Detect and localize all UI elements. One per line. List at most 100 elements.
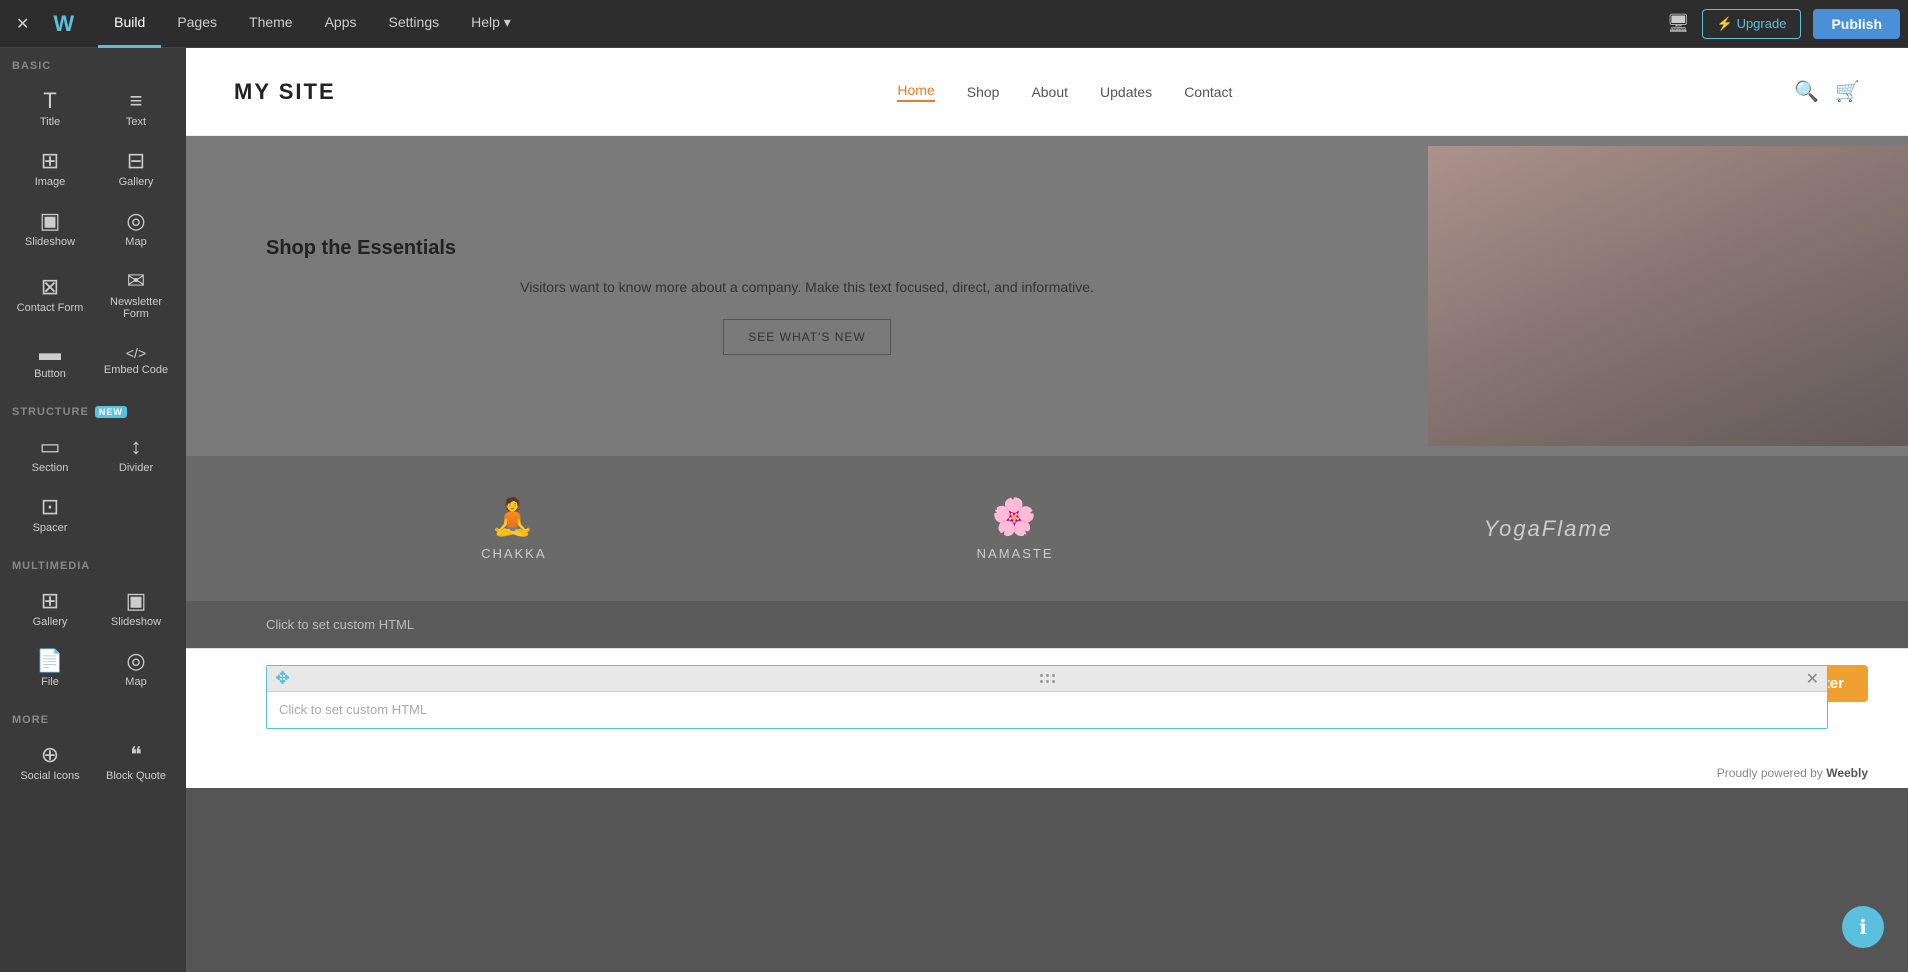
sidebar-item-embed-code[interactable]: </> Embed Code (94, 332, 178, 390)
custom-html-section[interactable]: Click to set custom HTML (186, 601, 1908, 648)
nav-theme[interactable]: Theme (233, 0, 309, 48)
sidebar-item-spacer[interactable]: ⊡ Spacer (8, 486, 92, 544)
sidebar-item-label: Contact Form (17, 302, 84, 314)
sidebar-item-label: Gallery (33, 616, 68, 628)
sidebar-item-button[interactable]: ▬ Button (8, 332, 92, 390)
block-quote-icon: ❝ (130, 744, 142, 766)
content-area: MY SITE Home Shop About Updates Contact … (186, 48, 1908, 972)
footer-html-input[interactable]: Click to set custom HTML (267, 692, 1827, 728)
weebly-link[interactable]: Weebly (1826, 766, 1868, 780)
sidebar-item-divider[interactable]: ↕ Divider (94, 426, 178, 484)
sidebar-item-gallery-mm[interactable]: ⊞ Gallery (8, 580, 92, 638)
sidebar-item-label: Slideshow (111, 616, 161, 628)
sidebar-item-section[interactable]: ▭ Section (8, 426, 92, 484)
device-icon[interactable]: 🖥 (1667, 13, 1690, 34)
shop-cta-button[interactable]: SEE WHAT'S NEW (723, 319, 890, 355)
sidebar-item-gallery[interactable]: ⊟ Gallery (94, 140, 178, 198)
sidebar-item-block-quote[interactable]: ❝ Block Quote (94, 734, 178, 792)
nav-settings[interactable]: Settings (373, 0, 456, 48)
section-label-basic: BASIC (0, 48, 186, 76)
shop-text-box: Shop the Essentials Visitors want to kno… (186, 177, 1428, 414)
site-nav: Home Shop About Updates Contact (897, 82, 1232, 102)
top-bar-right: 🖥 ⚡ Upgrade Publish (1667, 9, 1900, 39)
sidebar-item-label: Social Icons (20, 770, 79, 782)
more-grid: ⊕ Social Icons ❝ Block Quote (0, 730, 186, 796)
sidebar-item-map-mm[interactable]: ◎ Map (94, 640, 178, 698)
sidebar-item-label: Section (32, 462, 69, 474)
page-content: Shop the Essentials Visitors want to kno… (186, 136, 1908, 648)
html-edit-close-icon[interactable]: ✕ (1806, 669, 1819, 689)
sidebar-item-label: Spacer (33, 522, 68, 534)
sidebar-item-title[interactable]: T Title (8, 80, 92, 138)
site-header: MY SITE Home Shop About Updates Contact … (186, 48, 1908, 136)
site-nav-contact[interactable]: Contact (1184, 84, 1232, 100)
site-nav-home[interactable]: Home (897, 82, 934, 102)
slideshow-mm-icon: ▣ (126, 590, 147, 612)
shop-body: Visitors want to know more about a compa… (266, 276, 1348, 298)
sidebar-item-label: Block Quote (106, 770, 166, 782)
brand-yogaflame-label: YogaFlame (1484, 516, 1613, 542)
sidebar-item-image[interactable]: ⊞ Image (8, 140, 92, 198)
text-icon: ≡ (130, 90, 143, 112)
social-icons-icon: ⊕ (41, 744, 59, 766)
nav-help[interactable]: Help ▾ (455, 0, 527, 48)
site-logo: MY SITE (234, 79, 336, 105)
spacer-icon: ⊡ (41, 496, 59, 518)
section-label-multimedia: MULTIMEDIA (0, 548, 186, 576)
sidebar-item-label: Slideshow (25, 236, 75, 248)
powered-by-text: Proudly powered by (1717, 766, 1826, 780)
brand-chakka: 🧘 CHAKKA (481, 496, 546, 561)
sidebar-item-label: File (41, 676, 59, 688)
shop-heading: Shop the Essentials (266, 237, 1348, 260)
sidebar-item-label: Divider (119, 462, 153, 474)
section-icon: ▭ (40, 436, 61, 458)
brand-yogaflame: YogaFlame (1484, 516, 1613, 542)
map-mm-icon: ◎ (126, 650, 145, 672)
sidebar-item-map[interactable]: ◎ Map (94, 200, 178, 258)
section-label-structure: STRUCTURE NEW (0, 394, 186, 422)
sidebar-item-file[interactable]: 📄 File (8, 640, 92, 698)
footer-area: Save Footer ✥ ✕ Click to set custom HTML (186, 648, 1908, 788)
sidebar-item-newsletter-form[interactable]: ✉ Newsletter Form (94, 260, 178, 330)
html-edit-toolbar: ✥ ✕ (267, 666, 1827, 692)
main-layout: BASIC T Title ≡ Text ⊞ Image ⊟ Gallery ▣… (0, 48, 1908, 972)
help-button[interactable]: ℹ (1842, 906, 1884, 948)
cart-icon[interactable]: 🛒 (1835, 79, 1860, 104)
top-bar-nav: Build Pages Theme Apps Settings Help ▾ (98, 0, 527, 48)
sidebar-item-slideshow-mm[interactable]: ▣ Slideshow (94, 580, 178, 638)
shop-section: Shop the Essentials Visitors want to kno… (186, 136, 1908, 456)
nav-pages[interactable]: Pages (161, 0, 233, 48)
site-nav-about[interactable]: About (1031, 84, 1068, 100)
top-bar-left: ✕ W Build Pages Theme Apps Settings Help… (8, 0, 527, 48)
site-nav-updates[interactable]: Updates (1100, 84, 1152, 100)
footer-bottom: Proudly powered by Weebly (1717, 766, 1868, 780)
drag-dots (1040, 674, 1056, 684)
sidebar-item-text[interactable]: ≡ Text (94, 80, 178, 138)
close-icon[interactable]: ✕ (8, 10, 37, 38)
drag-handle-icon[interactable]: ✥ (275, 668, 290, 689)
sidebar-item-social-icons[interactable]: ⊕ Social Icons (8, 734, 92, 792)
publish-button[interactable]: Publish (1813, 9, 1900, 39)
button-icon: ▬ (39, 342, 61, 364)
sidebar-item-label: Map (125, 236, 146, 248)
gallery-icon: ⊟ (127, 150, 145, 172)
divider-icon: ↕ (131, 436, 142, 458)
sidebar-item-label: Newsletter Form (98, 296, 174, 320)
sidebar-item-label: Title (40, 116, 60, 128)
brands-section: 🧘 CHAKKA 🌸 NAMASTE YogaFlame (186, 456, 1908, 601)
search-icon[interactable]: 🔍 (1794, 79, 1819, 104)
nav-apps[interactable]: Apps (309, 0, 373, 48)
newsletter-icon: ✉ (127, 270, 145, 292)
sidebar-item-slideshow-basic[interactable]: ▣ Slideshow (8, 200, 92, 258)
file-icon: 📄 (36, 650, 63, 672)
sidebar-item-label: Gallery (119, 176, 154, 188)
namaste-icon: 🌸 (992, 496, 1039, 538)
sidebar-item-contact-form[interactable]: ⊠ Contact Form (8, 260, 92, 330)
embed-icon: </> (126, 346, 146, 360)
sidebar-item-label: Embed Code (104, 364, 168, 376)
sidebar-item-label: Button (34, 368, 66, 380)
site-nav-shop[interactable]: Shop (967, 84, 1000, 100)
map-icon: ◎ (126, 210, 145, 232)
upgrade-button[interactable]: ⚡ Upgrade (1702, 9, 1802, 39)
nav-build[interactable]: Build (98, 0, 161, 48)
